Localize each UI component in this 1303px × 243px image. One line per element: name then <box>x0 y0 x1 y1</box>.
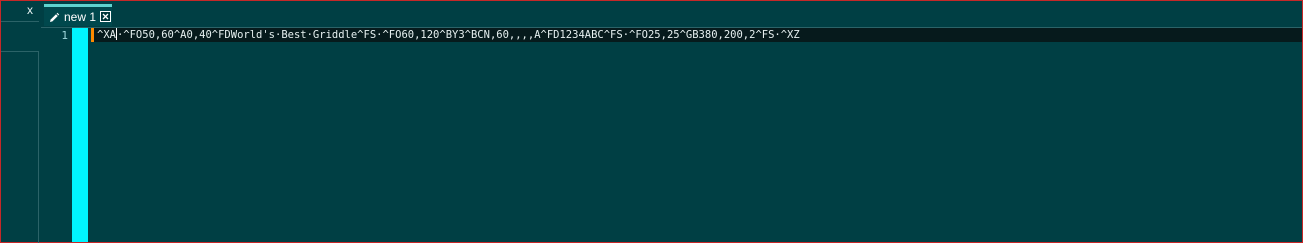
side-panel-close-button[interactable]: x <box>23 3 37 17</box>
side-panel-header: x <box>1 1 39 22</box>
tab-new-1[interactable]: new 1 <box>44 4 112 26</box>
line-number: 1 <box>61 29 68 42</box>
code-text-before-caret: ^XA <box>97 29 116 41</box>
side-panel-body <box>1 51 39 243</box>
code-line[interactable]: ^XA·^FO50,60^A0,40^FDWorld's·Best·Griddl… <box>97 28 800 42</box>
text-area[interactable]: ^XA·^FO50,60^A0,40^FDWorld's·Best·Griddl… <box>94 28 1302 242</box>
tab-bar: new 1 <box>41 1 1302 28</box>
line-number-gutter: 1 <box>41 28 72 242</box>
fold-margin[interactable] <box>88 28 91 242</box>
tab-label: new 1 <box>64 9 97 24</box>
bookmark-margin[interactable] <box>72 28 88 242</box>
close-icon[interactable] <box>100 11 112 22</box>
pencil-icon <box>48 11 60 23</box>
editor-window: x new 1 1 ^XA·^FO50,60^A0,40^FDWorld's·B… <box>0 0 1303 243</box>
side-panel: x <box>1 1 39 243</box>
code-text-after-caret: ·^FO50,60^A0,40^FDWorld's·Best·Griddle^F… <box>116 29 800 41</box>
editor-area[interactable]: 1 ^XA·^FO50,60^A0,40^FDWorld's·Best·Grid… <box>41 28 1302 242</box>
